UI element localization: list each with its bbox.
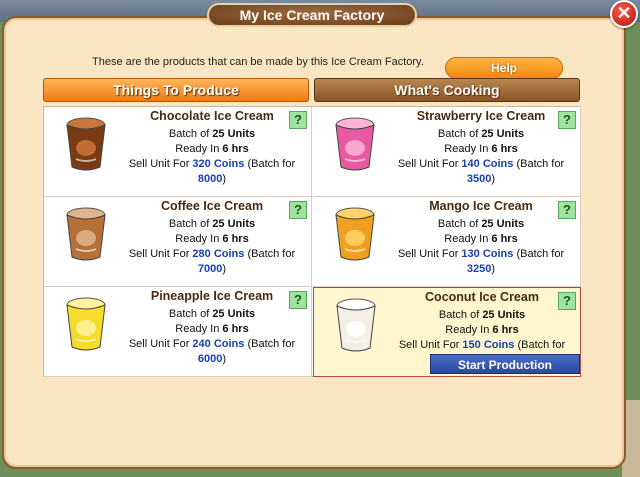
batch-line: Batch of 25 Units [168, 308, 256, 320]
sell-line: Sell Unit For 130 Coins (Batch for 3250) [397, 248, 565, 275]
ready-line: Ready In 6 hrs [175, 323, 249, 335]
sell-line: Sell Unit For 320 Coins (Batch for 8000) [128, 158, 296, 185]
ready-line: Ready In 6 hrs [444, 233, 518, 245]
batch-line: Batch of 25 Units [168, 218, 256, 230]
ready-line: Ready In 6 hrs [445, 324, 519, 336]
dialog-description: These are the products that can be made … [92, 56, 424, 68]
product-card[interactable]: Mango Ice Cream Batch of 25 Units Ready … [313, 197, 581, 287]
product-info: Coffee Ice Cream Batch of 25 Units Ready… [114, 199, 310, 277]
mango-ice-cream-tub-icon [335, 207, 375, 261]
close-icon[interactable]: ✕ [610, 0, 638, 28]
product-card[interactable]: Chocolate Ice Cream Batch of 25 Units Re… [44, 107, 312, 197]
chocolate-ice-cream-tub-icon [66, 117, 106, 171]
product-help-icon[interactable]: ? [558, 111, 576, 129]
sell-line: Sell Unit For 240 Coins (Batch for 6000) [128, 338, 296, 365]
sell-line: Sell Unit For 140 Coins (Batch for 3500) [397, 158, 565, 185]
product-name: Coconut Ice Cream [425, 290, 539, 304]
product-help-icon[interactable]: ? [558, 292, 576, 310]
product-info: Strawberry Ice Cream Batch of 25 Units R… [383, 109, 579, 187]
tab-whats-cooking[interactable]: What's Cooking [314, 78, 580, 102]
product-name: Chocolate Ice Cream [150, 109, 274, 123]
product-card[interactable]: Pineapple Ice Cream Batch of 25 Units Re… [44, 287, 312, 377]
product-info: Pineapple Ice Cream Batch of 25 Units Re… [114, 289, 310, 367]
pineapple-ice-cream-tub-icon [66, 297, 106, 351]
batch-line: Batch of 25 Units [437, 128, 525, 140]
product-grid: Chocolate Ice Cream Batch of 25 Units Re… [43, 106, 581, 377]
product-card[interactable]: Strawberry Ice Cream Batch of 25 Units R… [313, 107, 581, 197]
batch-line: Batch of 25 Units [437, 218, 525, 230]
batch-line: Batch of 25 Units [168, 128, 256, 140]
batch-line: Batch of 25 Units [438, 309, 526, 321]
help-button[interactable]: Help [445, 57, 563, 79]
ready-line: Ready In 6 hrs [444, 143, 518, 155]
ready-line: Ready In 6 hrs [175, 233, 249, 245]
dialog-title: My Ice Cream Factory [207, 3, 417, 27]
product-info: Chocolate Ice Cream Batch of 25 Units Re… [114, 109, 310, 187]
product-help-icon[interactable]: ? [289, 201, 307, 219]
coffee-ice-cream-tub-icon [66, 207, 106, 261]
strawberry-ice-cream-tub-icon [335, 117, 375, 171]
product-name: Mango Ice Cream [429, 199, 533, 213]
coconut-ice-cream-tub-icon [336, 298, 376, 352]
product-help-icon[interactable]: ? [289, 111, 307, 129]
tab-things-to-produce[interactable]: Things To Produce [43, 78, 309, 102]
product-help-icon[interactable]: ? [558, 201, 576, 219]
start-production-button[interactable]: Start Production [430, 354, 580, 374]
sell-line: Sell Unit For 280 Coins (Batch for 7000) [128, 248, 296, 275]
product-info: Mango Ice Cream Batch of 25 Units Ready … [383, 199, 579, 277]
product-card[interactable]: Coffee Ice Cream Batch of 25 Units Ready… [44, 197, 312, 287]
product-name: Strawberry Ice Cream [416, 109, 546, 123]
product-help-icon[interactable]: ? [289, 291, 307, 309]
product-name: Pineapple Ice Cream [150, 289, 274, 303]
product-card[interactable]: Coconut Ice Cream Batch of 25 Units Read… [313, 287, 581, 377]
product-name: Coffee Ice Cream [160, 199, 264, 213]
ready-line: Ready In 6 hrs [175, 143, 249, 155]
